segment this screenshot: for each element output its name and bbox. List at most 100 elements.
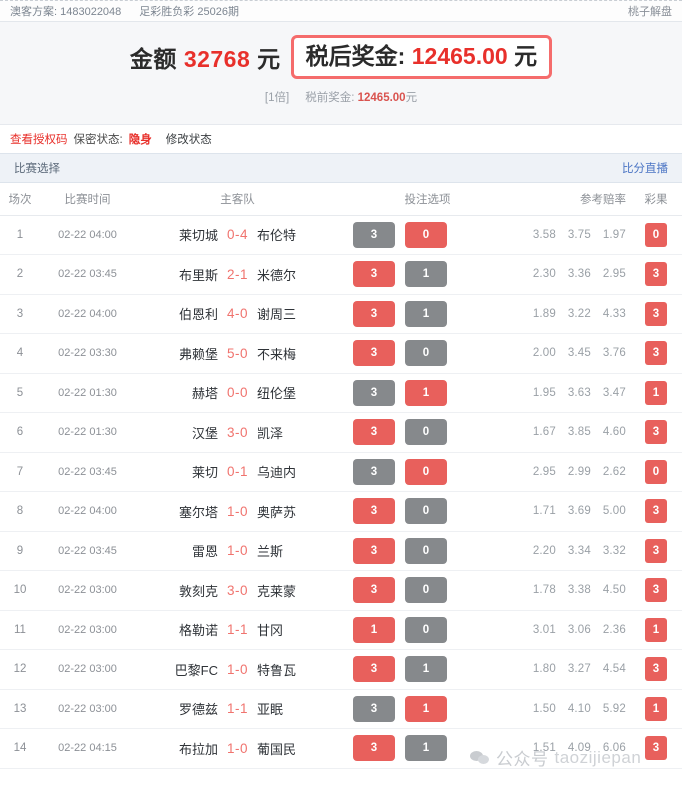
- home-team-name: 汉堡: [191, 425, 218, 441]
- match-score: 3-0: [226, 424, 248, 440]
- cell-match-no: 10: [0, 570, 40, 611]
- pretax-group: 税前奖金: 12465.00元: [305, 89, 417, 105]
- cell-odds: 1.89 3.22 4.33: [515, 294, 630, 334]
- home-team-name: 雷恩: [191, 544, 218, 560]
- pretax-value: 12465.00: [357, 92, 406, 104]
- teams-group: 赫塔 0-0 纽伦堡: [135, 383, 340, 402]
- odds-value: 3.36: [567, 268, 591, 281]
- match-score: 0-1: [226, 464, 248, 480]
- bet-option-chip[interactable]: 0: [405, 616, 447, 643]
- bet-option-chip[interactable]: 0: [405, 458, 447, 485]
- result-badge: 3: [645, 499, 667, 524]
- result-badge: 3: [645, 420, 667, 445]
- cell-odds: 2.00 3.45 3.76: [515, 333, 630, 374]
- home-team-name: 格勒诺: [178, 623, 218, 639]
- bet-option-chip[interactable]: 0: [405, 537, 447, 564]
- bet-option-group: 30: [340, 221, 515, 248]
- bet-option-chip[interactable]: 3: [353, 735, 395, 762]
- bet-option-chip[interactable]: 3: [353, 458, 395, 485]
- odds-value: 3.76: [602, 347, 626, 360]
- table-header-row: 场次 比赛时间 主客队 投注选项 参考赔率 彩果: [0, 183, 682, 216]
- bet-option-chip[interactable]: 1: [353, 616, 395, 643]
- odds-value: 2.95: [602, 268, 626, 281]
- bet-option-chip[interactable]: 0: [405, 221, 447, 248]
- bet-option-chip[interactable]: 3: [353, 577, 395, 604]
- table-row: 8 02-22 04:00 塞尔塔 1-0 奥萨苏 3 0 1.71 3.69 5.00 3: [0, 491, 682, 532]
- teams-group: 罗德兹 1-1 亚眠: [135, 699, 340, 718]
- cell-match-no: 7: [0, 452, 40, 492]
- multiple-label: [1倍]: [264, 92, 290, 104]
- result-badge: 3: [645, 538, 667, 563]
- odds-group: 2.95 2.99 2.62: [515, 466, 626, 478]
- bet-option-chip[interactable]: 1: [405, 379, 447, 406]
- bet-option-group: 30: [340, 577, 515, 604]
- bet-option-chip[interactable]: 1: [405, 656, 447, 683]
- bet-option-chip[interactable]: 1: [405, 261, 447, 288]
- cell-match-no: 9: [0, 531, 40, 571]
- table-row: 13 02-22 03:00 罗德兹 1-1 亚眠 3 1 1.50 4.10 5.92 1: [0, 689, 682, 729]
- bet-amount-block: 金额 32768 元: [130, 40, 291, 74]
- bet-option-chip[interactable]: 3: [353, 537, 395, 564]
- match-score: 3-0: [226, 582, 248, 598]
- cell-teams: 罗德兹 1-1 亚眠: [135, 689, 340, 729]
- cell-bet-options: 30: [340, 333, 515, 374]
- bet-option-chip[interactable]: 0: [405, 577, 447, 604]
- odds-value: 2.00: [532, 347, 556, 360]
- live-score-link[interactable]: 比分直播: [622, 160, 668, 176]
- modify-status-link[interactable]: 修改状态: [166, 131, 212, 147]
- odds-value: 1.51: [532, 742, 556, 755]
- bet-option-chip[interactable]: 3: [353, 221, 395, 248]
- bet-option-chip[interactable]: 3: [353, 498, 395, 525]
- odds-group: 2.20 3.34 3.32: [515, 545, 626, 557]
- cell-odds: 3.01 3.06 2.36: [515, 610, 630, 650]
- bet-option-chip[interactable]: 3: [353, 695, 395, 722]
- privacy-status-value: 隐身: [128, 134, 152, 146]
- bet-option-chip[interactable]: 3: [353, 656, 395, 683]
- odds-value: 2.62: [602, 465, 626, 478]
- view-auth-code-link[interactable]: 查看授权码: [10, 131, 68, 147]
- bet-option-chip[interactable]: 0: [405, 340, 447, 367]
- teams-group: 弗赖堡 5-0 不来梅: [135, 344, 340, 363]
- bet-option-chip[interactable]: 0: [405, 498, 447, 525]
- result-badge: 3: [645, 341, 667, 366]
- cell-result: 1: [630, 610, 682, 650]
- bet-option-chip[interactable]: 3: [353, 261, 395, 288]
- cell-match-no: 3: [0, 294, 40, 334]
- odds-value: 3.47: [602, 386, 626, 399]
- summary-sub-line: [1倍] 税前奖金: 12465.00元: [0, 89, 682, 105]
- cell-result: 3: [630, 728, 682, 769]
- top-meta-bar: 澳客方案: 1483022048 足彩胜负彩 25026期 桃子解盘: [0, 0, 682, 22]
- bet-option-chip[interactable]: 3: [353, 340, 395, 367]
- cell-match-no: 6: [0, 412, 40, 453]
- bet-option-chip[interactable]: 3: [353, 419, 395, 446]
- prize-unit: 元: [514, 43, 538, 70]
- table-row: 12 02-22 03:00 巴黎FC 1-0 特鲁瓦 3 1 1.80 3.27 4.54 3: [0, 649, 682, 690]
- bet-option-chip[interactable]: 1: [405, 695, 447, 722]
- odds-value: 3.06: [567, 623, 591, 636]
- bet-option-chip[interactable]: 3: [353, 379, 395, 406]
- teams-group: 布拉加 1-0 葡国民: [135, 739, 340, 758]
- table-row: 3 02-22 04:00 伯恩利 4-0 谢周三 3 1 1.89 3.22 4.33 3: [0, 294, 682, 334]
- cell-match-time: 02-22 01:30: [40, 412, 135, 453]
- away-team-name: 甘冈: [257, 623, 284, 639]
- bet-option-chip[interactable]: 1: [405, 300, 447, 327]
- table-body: 1 02-22 04:00 莱切城 0-4 布伦特 3 0 3.58 3.75 1.97 0 2 02-…: [0, 215, 682, 769]
- odds-group: 2.30 3.36 2.95: [515, 268, 626, 280]
- after-tax-prize-box: 税后奖金: 12465.00 元: [290, 35, 553, 79]
- odds-group: 1.80 3.27 4.54: [515, 663, 626, 675]
- amount-unit: 元: [257, 46, 281, 72]
- odds-value: 3.34: [567, 544, 591, 557]
- odds-value: 2.20: [532, 544, 556, 557]
- cell-bet-options: 10: [340, 610, 515, 650]
- teams-group: 汉堡 3-0 凯泽: [135, 423, 340, 442]
- away-team-name: 奥萨苏: [257, 504, 297, 520]
- cell-match-time: 02-22 04:00: [40, 215, 135, 255]
- bet-option-chip[interactable]: 1: [405, 735, 447, 762]
- page-root: 澳客方案: 1483022048 足彩胜负彩 25026期 桃子解盘 金额 32…: [0, 0, 682, 789]
- cell-teams: 莱切城 0-4 布伦特: [135, 215, 340, 255]
- match-score: 1-1: [226, 622, 248, 638]
- odds-value: 1.89: [532, 307, 556, 320]
- bet-option-chip[interactable]: 3: [353, 300, 395, 327]
- bet-option-group: 30: [340, 340, 515, 367]
- bet-option-chip[interactable]: 0: [405, 419, 447, 446]
